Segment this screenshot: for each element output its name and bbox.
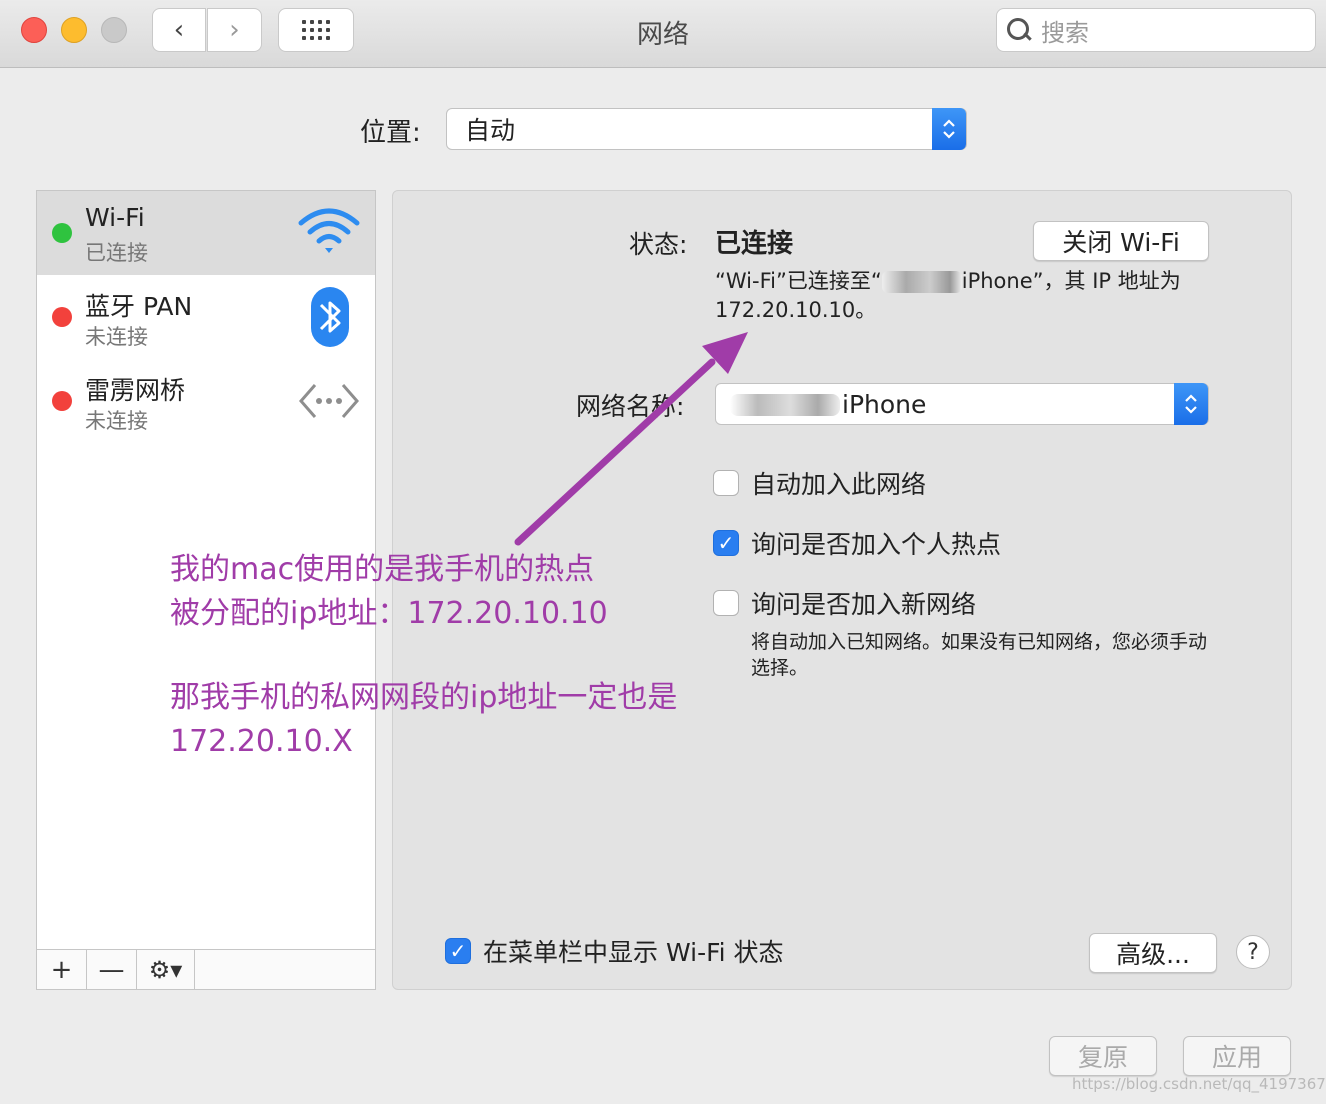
apply-button[interactable]: 应用	[1183, 1036, 1291, 1076]
disconnected-status-dot	[52, 307, 72, 327]
select-arrows-icon	[932, 108, 966, 150]
checkbox-checked[interactable]: ✓	[713, 530, 739, 556]
search-field[interactable]: 搜索	[996, 8, 1316, 52]
add-service-button[interactable]: +	[37, 950, 87, 989]
network-name-label: 网络名称:	[576, 392, 685, 421]
status-label: 状态:	[629, 230, 688, 259]
show-wifi-status-checkbox[interactable]: ✓ 在菜单栏中显示 Wi-Fi 状态	[445, 933, 784, 969]
annotation-note: 那我手机的私网网段的ip地址一定也是 172.20.10.X	[170, 676, 677, 764]
service-item-thunderbolt-bridge[interactable]: 雷雳网桥 未连接	[37, 359, 375, 443]
search-placeholder: 搜索	[1041, 18, 1089, 47]
select-arrows-icon	[1174, 383, 1208, 425]
annotation-line: 那我手机的私网网段的ip地址一定也是	[170, 680, 678, 715]
annotation-line: 我的mac使用的是我手机的热点	[170, 552, 595, 587]
revert-button[interactable]: 复原	[1049, 1036, 1157, 1076]
checkbox-label: 询问是否加入新网络	[751, 590, 977, 619]
disconnected-status-dot	[52, 391, 72, 411]
status-desc-part1: “Wi-Fi”已连接至“	[715, 269, 882, 293]
checkbox-checked[interactable]: ✓	[445, 938, 471, 964]
location-label: 位置:	[360, 118, 421, 148]
remove-service-button[interactable]: —	[87, 950, 137, 989]
wifi-icon	[298, 208, 360, 253]
redacted-name	[730, 394, 840, 416]
network-name-value: iPhone	[842, 389, 927, 419]
sidebar-toolbar: + — ⚙▾	[37, 949, 375, 989]
gear-icon: ⚙▾	[148, 955, 183, 984]
status-description: “Wi-Fi”已连接至“ iPhone”，其 IP 地址为 172.20.10.1…	[715, 267, 1195, 325]
title-bar: ‹ › 网络 搜索	[0, 0, 1326, 68]
checkbox-label: 询问是否加入个人热点	[751, 530, 1002, 559]
ask-join-new-network-checkbox[interactable]: 询问是否加入新网络	[713, 585, 976, 621]
redacted-name	[881, 271, 962, 293]
advanced-button[interactable]: 高级...	[1089, 933, 1217, 973]
annotation-note: 我的mac使用的是我手机的热点 被分配的ip地址：172.20.10.10	[170, 548, 608, 636]
service-item-bluetooth-pan[interactable]: 蓝牙 PAN 未连接	[37, 275, 375, 359]
thunderbolt-bridge-icon	[299, 384, 359, 418]
watermark: https://blog.csdn.net/qq_41973677	[1072, 1075, 1326, 1093]
service-item-wifi[interactable]: Wi-Fi 已连接	[37, 191, 375, 275]
ask-join-hotspot-checkbox[interactable]: ✓ 询问是否加入个人热点	[713, 525, 1001, 561]
location-select[interactable]: 自动	[446, 108, 967, 150]
search-icon	[1007, 18, 1031, 42]
help-button[interactable]: ?	[1236, 935, 1270, 969]
status-value: 已连接	[715, 229, 794, 259]
new-network-hint: 将自动加入已知网络。如果没有已知网络，您必须手动选择。	[751, 631, 1208, 679]
turn-off-wifi-button[interactable]: 关闭 Wi-Fi	[1033, 221, 1209, 261]
service-status: 未连接	[85, 325, 148, 349]
service-name: 雷雳网桥	[85, 376, 186, 405]
bluetooth-icon	[311, 287, 349, 347]
connected-status-dot	[52, 223, 72, 243]
service-name: Wi-Fi	[85, 203, 145, 232]
checkbox-unchecked[interactable]	[713, 590, 739, 616]
network-name-select[interactable]: iPhone	[715, 383, 1209, 425]
annotation-line: 被分配的ip地址：172.20.10.10	[170, 596, 608, 631]
checkbox-label: 在菜单栏中显示 Wi-Fi 状态	[483, 938, 784, 967]
service-name: 蓝牙 PAN	[85, 292, 193, 321]
service-status: 已连接	[85, 241, 148, 265]
location-value: 自动	[465, 116, 516, 145]
annotation-line: 172.20.10.X	[170, 724, 353, 759]
checkbox-label: 自动加入此网络	[751, 470, 927, 499]
checkbox-unchecked[interactable]	[713, 470, 739, 496]
action-menu-button[interactable]: ⚙▾	[137, 950, 195, 989]
service-status: 未连接	[85, 409, 148, 433]
auto-join-checkbox[interactable]: 自动加入此网络	[713, 465, 926, 501]
